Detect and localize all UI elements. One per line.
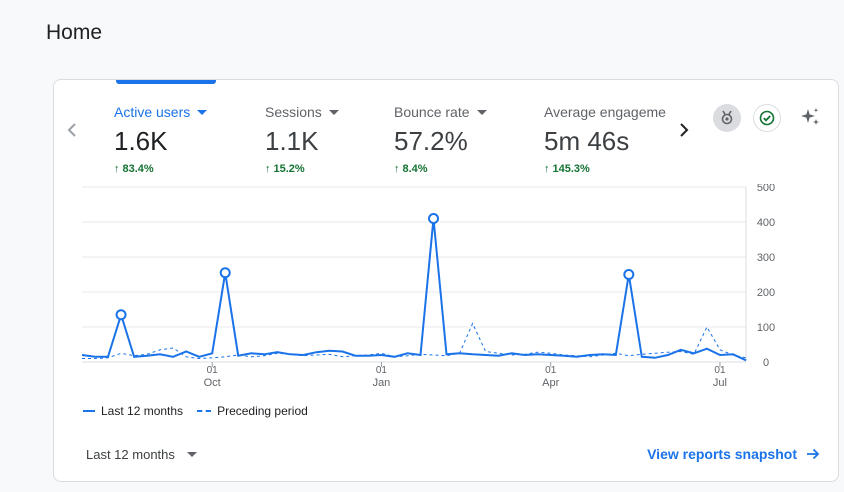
x-tick-month: Apr (542, 377, 559, 389)
active-users-line-chart: 0100200300400500 01Oct01Jan01Apr01Jul (81, 184, 775, 389)
award-badge-button[interactable] (713, 104, 741, 132)
legend-item-previous[interactable]: Preceding period (197, 404, 308, 418)
x-tick-day: 01 (714, 365, 726, 376)
insights-button[interactable] (796, 104, 824, 132)
x-tick-month: Jan (373, 377, 391, 389)
metric-tab-active-users[interactable]: Active users 1.6K ↑ 83.4% (114, 104, 208, 175)
metric-value: 1.6K (114, 126, 168, 156)
metric-value: 5m 46s (544, 126, 630, 156)
solid-line-swatch (83, 410, 95, 412)
dashed-line-swatch (197, 410, 212, 412)
y-tick-label: 200 (757, 287, 775, 299)
x-tick-day: 01 (545, 365, 557, 376)
view-reports-snapshot-link[interactable]: View reports snapshot (647, 446, 820, 462)
x-tick-day: 01 (376, 365, 388, 376)
peak-marker (115, 309, 127, 321)
arrow-up-icon: ↑ (394, 163, 400, 175)
peak-marker (428, 213, 440, 224)
y-tick-label: 300 (757, 252, 775, 264)
date-range-label: Last 12 months (86, 447, 175, 462)
next-metrics-button[interactable] (674, 118, 694, 142)
check-circle-icon (759, 110, 775, 126)
x-tick-month: Oct (204, 377, 221, 389)
metric-label: Average engagement time (544, 104, 666, 120)
arrow-up-icon: ↑ (114, 163, 120, 175)
last-12-months-line (81, 218, 747, 362)
caret-down-icon (476, 109, 487, 115)
metric-delta: 15.2% (273, 163, 305, 175)
x-tick-month: Jul (713, 377, 727, 389)
y-axis: 0 100 200 300 400 500 (757, 184, 775, 369)
metric-delta: 145.3% (552, 163, 590, 175)
arrow-up-icon: ↑ (265, 163, 271, 175)
view-link-label: View reports snapshot (647, 446, 797, 462)
sparkle-icon (801, 108, 819, 125)
metric-label: Sessions (265, 104, 322, 120)
legend-label: Preceding period (217, 404, 308, 418)
metric-tab-average-engagement[interactable]: Average engagement time 5m 46s ↑145.3% (544, 104, 666, 175)
data-markers (115, 213, 635, 321)
y-tick-label: 100 (757, 322, 775, 334)
x-tick-day: 01 (207, 365, 219, 376)
chevron-right-icon (680, 123, 689, 137)
peak-marker (219, 267, 231, 279)
chevron-left-icon (67, 123, 76, 137)
metric-tab-bounce-rate[interactable]: Bounce rate 57.2% ↑ 8.4% (394, 104, 487, 175)
metric-tab-sessions[interactable]: Sessions 1.1K ↑ 15.2% (265, 104, 339, 175)
overview-card: Active users 1.6K ↑ 83.4% Sessions 1.1K ↑… (53, 79, 839, 482)
page-title: Home (46, 21, 103, 44)
legend-label: Last 12 months (101, 404, 184, 418)
arrow-right-icon (807, 448, 820, 460)
x-axis: 01Oct01Jan01Apr01Jul (204, 362, 727, 389)
metric-label: Bounce rate (394, 104, 470, 120)
chart-legend: Last 12 months Preceding period (83, 404, 322, 418)
arrow-up-icon: ↑ (544, 163, 550, 175)
active-tab-indicator (116, 80, 216, 84)
caret-down-icon (328, 109, 339, 115)
metric-label: Active users (114, 104, 191, 120)
date-range-select[interactable]: Last 12 months (86, 447, 197, 462)
chart-grid (82, 186, 747, 363)
peak-marker (623, 269, 635, 280)
metric-value: 1.1K (265, 126, 319, 156)
status-check-button[interactable] (753, 104, 781, 132)
caret-down-icon (197, 109, 208, 115)
y-tick-label: 0 (763, 357, 769, 369)
previous-metrics-button[interactable] (62, 118, 82, 142)
caret-down-icon (186, 452, 197, 457)
metric-delta: 8.4% (402, 163, 428, 175)
metric-value: 57.2% (394, 126, 468, 156)
award-badge-icon (721, 110, 733, 125)
metric-delta: 83.4% (122, 163, 154, 175)
legend-item-current[interactable]: Last 12 months (83, 404, 183, 418)
y-tick-label: 500 (757, 184, 775, 194)
y-tick-label: 400 (757, 217, 775, 229)
